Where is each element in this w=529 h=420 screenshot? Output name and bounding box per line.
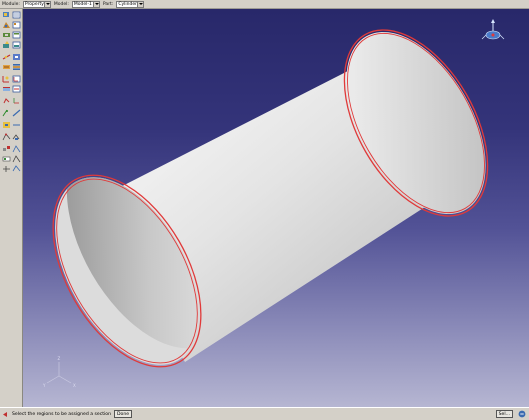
viewport[interactable]: X Y Z xyxy=(23,9,529,407)
module-select[interactable]: Property xyxy=(22,0,51,8)
datum-csys-icon[interactable] xyxy=(12,97,21,105)
selection-options-button[interactable]: Sel... xyxy=(495,410,513,418)
replace-all-icon[interactable] xyxy=(12,165,21,173)
part-select[interactable]: Cylinder xyxy=(116,0,145,8)
create-section-icon[interactable] xyxy=(2,11,11,19)
chevron-down-icon xyxy=(43,1,50,7)
beam-section-plot-icon[interactable] xyxy=(12,53,21,61)
context-bar: Module: Property Model: Model-1 Part: Cy… xyxy=(0,0,529,9)
module-value: Property xyxy=(24,1,44,7)
model-canvas[interactable]: X Y Z xyxy=(23,9,529,407)
part-value: Cylinder xyxy=(118,1,137,7)
cancel-arrow-icon[interactable] xyxy=(2,411,9,418)
stringer-icon[interactable] xyxy=(12,85,21,93)
triad-label-y: Y xyxy=(42,383,46,388)
datum-point-icon[interactable] xyxy=(2,121,11,129)
material-manager-icon[interactable] xyxy=(12,21,21,29)
prompt-bar: Select the regions to be assigned a sect… xyxy=(0,407,529,420)
triad-label-x: X xyxy=(73,383,76,388)
model-label: Model: xyxy=(53,1,69,7)
assign-beam-orientation-icon[interactable] xyxy=(2,53,11,61)
datum-axis-icon[interactable] xyxy=(12,121,21,129)
assign-rebar-icon[interactable] xyxy=(2,63,11,71)
done-button[interactable]: Done xyxy=(114,410,133,418)
section-manager-icon[interactable] xyxy=(12,11,21,19)
composite-layup-icon[interactable] xyxy=(12,63,21,71)
view-compass-icon[interactable] xyxy=(481,19,505,40)
surface-manager-icon[interactable] xyxy=(12,145,21,153)
skin-icon[interactable] xyxy=(2,85,11,93)
assign-material-orientation-icon[interactable] xyxy=(2,75,11,83)
remove-selected-icon[interactable] xyxy=(2,165,11,173)
profile-manager-icon[interactable] xyxy=(12,31,21,39)
triad-label-z: Z xyxy=(58,356,61,361)
view-cut-icon[interactable] xyxy=(2,133,11,141)
simulia-logo-icon xyxy=(518,410,526,418)
create-profile-icon[interactable] xyxy=(2,31,11,39)
view-manager-icon[interactable] xyxy=(12,133,21,141)
create-material-icon[interactable] xyxy=(2,21,11,29)
axis-triad-icon: X Y Z xyxy=(42,356,76,388)
prompt-text: Select the regions to be assigned a sect… xyxy=(12,411,112,417)
partition-icon[interactable] xyxy=(2,109,11,117)
chevron-down-icon xyxy=(137,1,144,7)
module-toolbox xyxy=(0,9,23,407)
chevron-down-icon xyxy=(92,1,99,7)
assign-section-icon[interactable] xyxy=(2,41,11,49)
replace-selected-icon[interactable] xyxy=(12,155,21,163)
module-label: Module: xyxy=(2,1,20,7)
model-value: Model-1 xyxy=(73,1,92,7)
orientation-manager-icon[interactable] xyxy=(12,75,21,83)
set-manager-icon[interactable] xyxy=(2,145,11,153)
special-icon[interactable] xyxy=(2,97,11,105)
section-assignment-manager-icon[interactable] xyxy=(12,41,21,49)
query-icon[interactable] xyxy=(12,109,21,117)
model-select[interactable]: Model-1 xyxy=(71,0,100,8)
display-group-icon[interactable] xyxy=(2,155,11,163)
part-label: Part: xyxy=(102,1,114,7)
